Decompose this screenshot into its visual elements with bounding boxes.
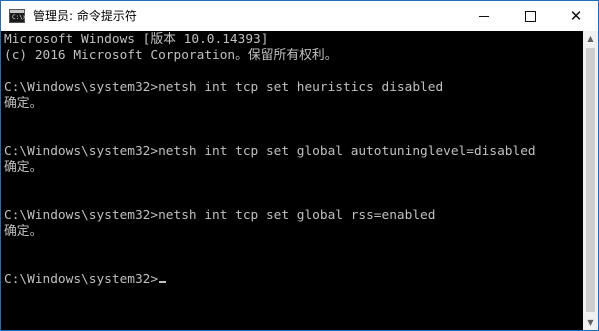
console-line: C:\Windows\system32>netsh int tcp set he… [4, 80, 444, 95]
console-line: 确定。 [4, 96, 43, 111]
console-line: 确定。 [4, 160, 43, 175]
maximize-button[interactable] [507, 1, 553, 31]
close-icon: ✕ [569, 7, 583, 25]
text-cursor [159, 281, 167, 283]
console-line: 确定。 [4, 224, 43, 239]
title-bar[interactable]: C:\> 管理员: 命令提示符 ✕ [1, 1, 598, 31]
cmd-app-icon[interactable]: C:\> [9, 9, 27, 23]
close-button[interactable]: ✕ [553, 1, 598, 31]
maximize-icon [525, 11, 536, 22]
vertical-scrollbar[interactable]: ▲ ▼ [583, 31, 598, 330]
console-line: C:\Windows\system32>netsh int tcp set gl… [4, 144, 536, 159]
scroll-up-arrow-icon[interactable]: ▲ [583, 31, 598, 46]
console-line: Microsoft Windows [版本 10.0.14393] [4, 32, 269, 47]
minimize-button[interactable] [461, 1, 507, 31]
console-prompt-line[interactable]: C:\Windows\system32> [4, 272, 583, 288]
command-prompt-window: C:\> 管理员: 命令提示符 ✕ Microsoft Windows [版本 … [0, 0, 599, 331]
scroll-down-arrow-icon[interactable]: ▼ [583, 315, 598, 330]
console-line: (c) 2016 Microsoft Corporation。保留所有权利。 [4, 48, 338, 63]
cmd-icon-prompt: C:\> [12, 14, 27, 21]
cmd-icon-titlebar [10, 10, 24, 13]
scrollbar-thumb[interactable] [586, 48, 595, 312]
window-title: 管理员: 命令提示符 [33, 9, 137, 23]
console-output[interactable]: Microsoft Windows [版本 10.0.14393] (c) 20… [1, 31, 583, 330]
console-prompt: C:\Windows\system32> [4, 272, 159, 287]
minimize-icon [479, 16, 489, 17]
console-line: C:\Windows\system32>netsh int tcp set gl… [4, 208, 436, 223]
